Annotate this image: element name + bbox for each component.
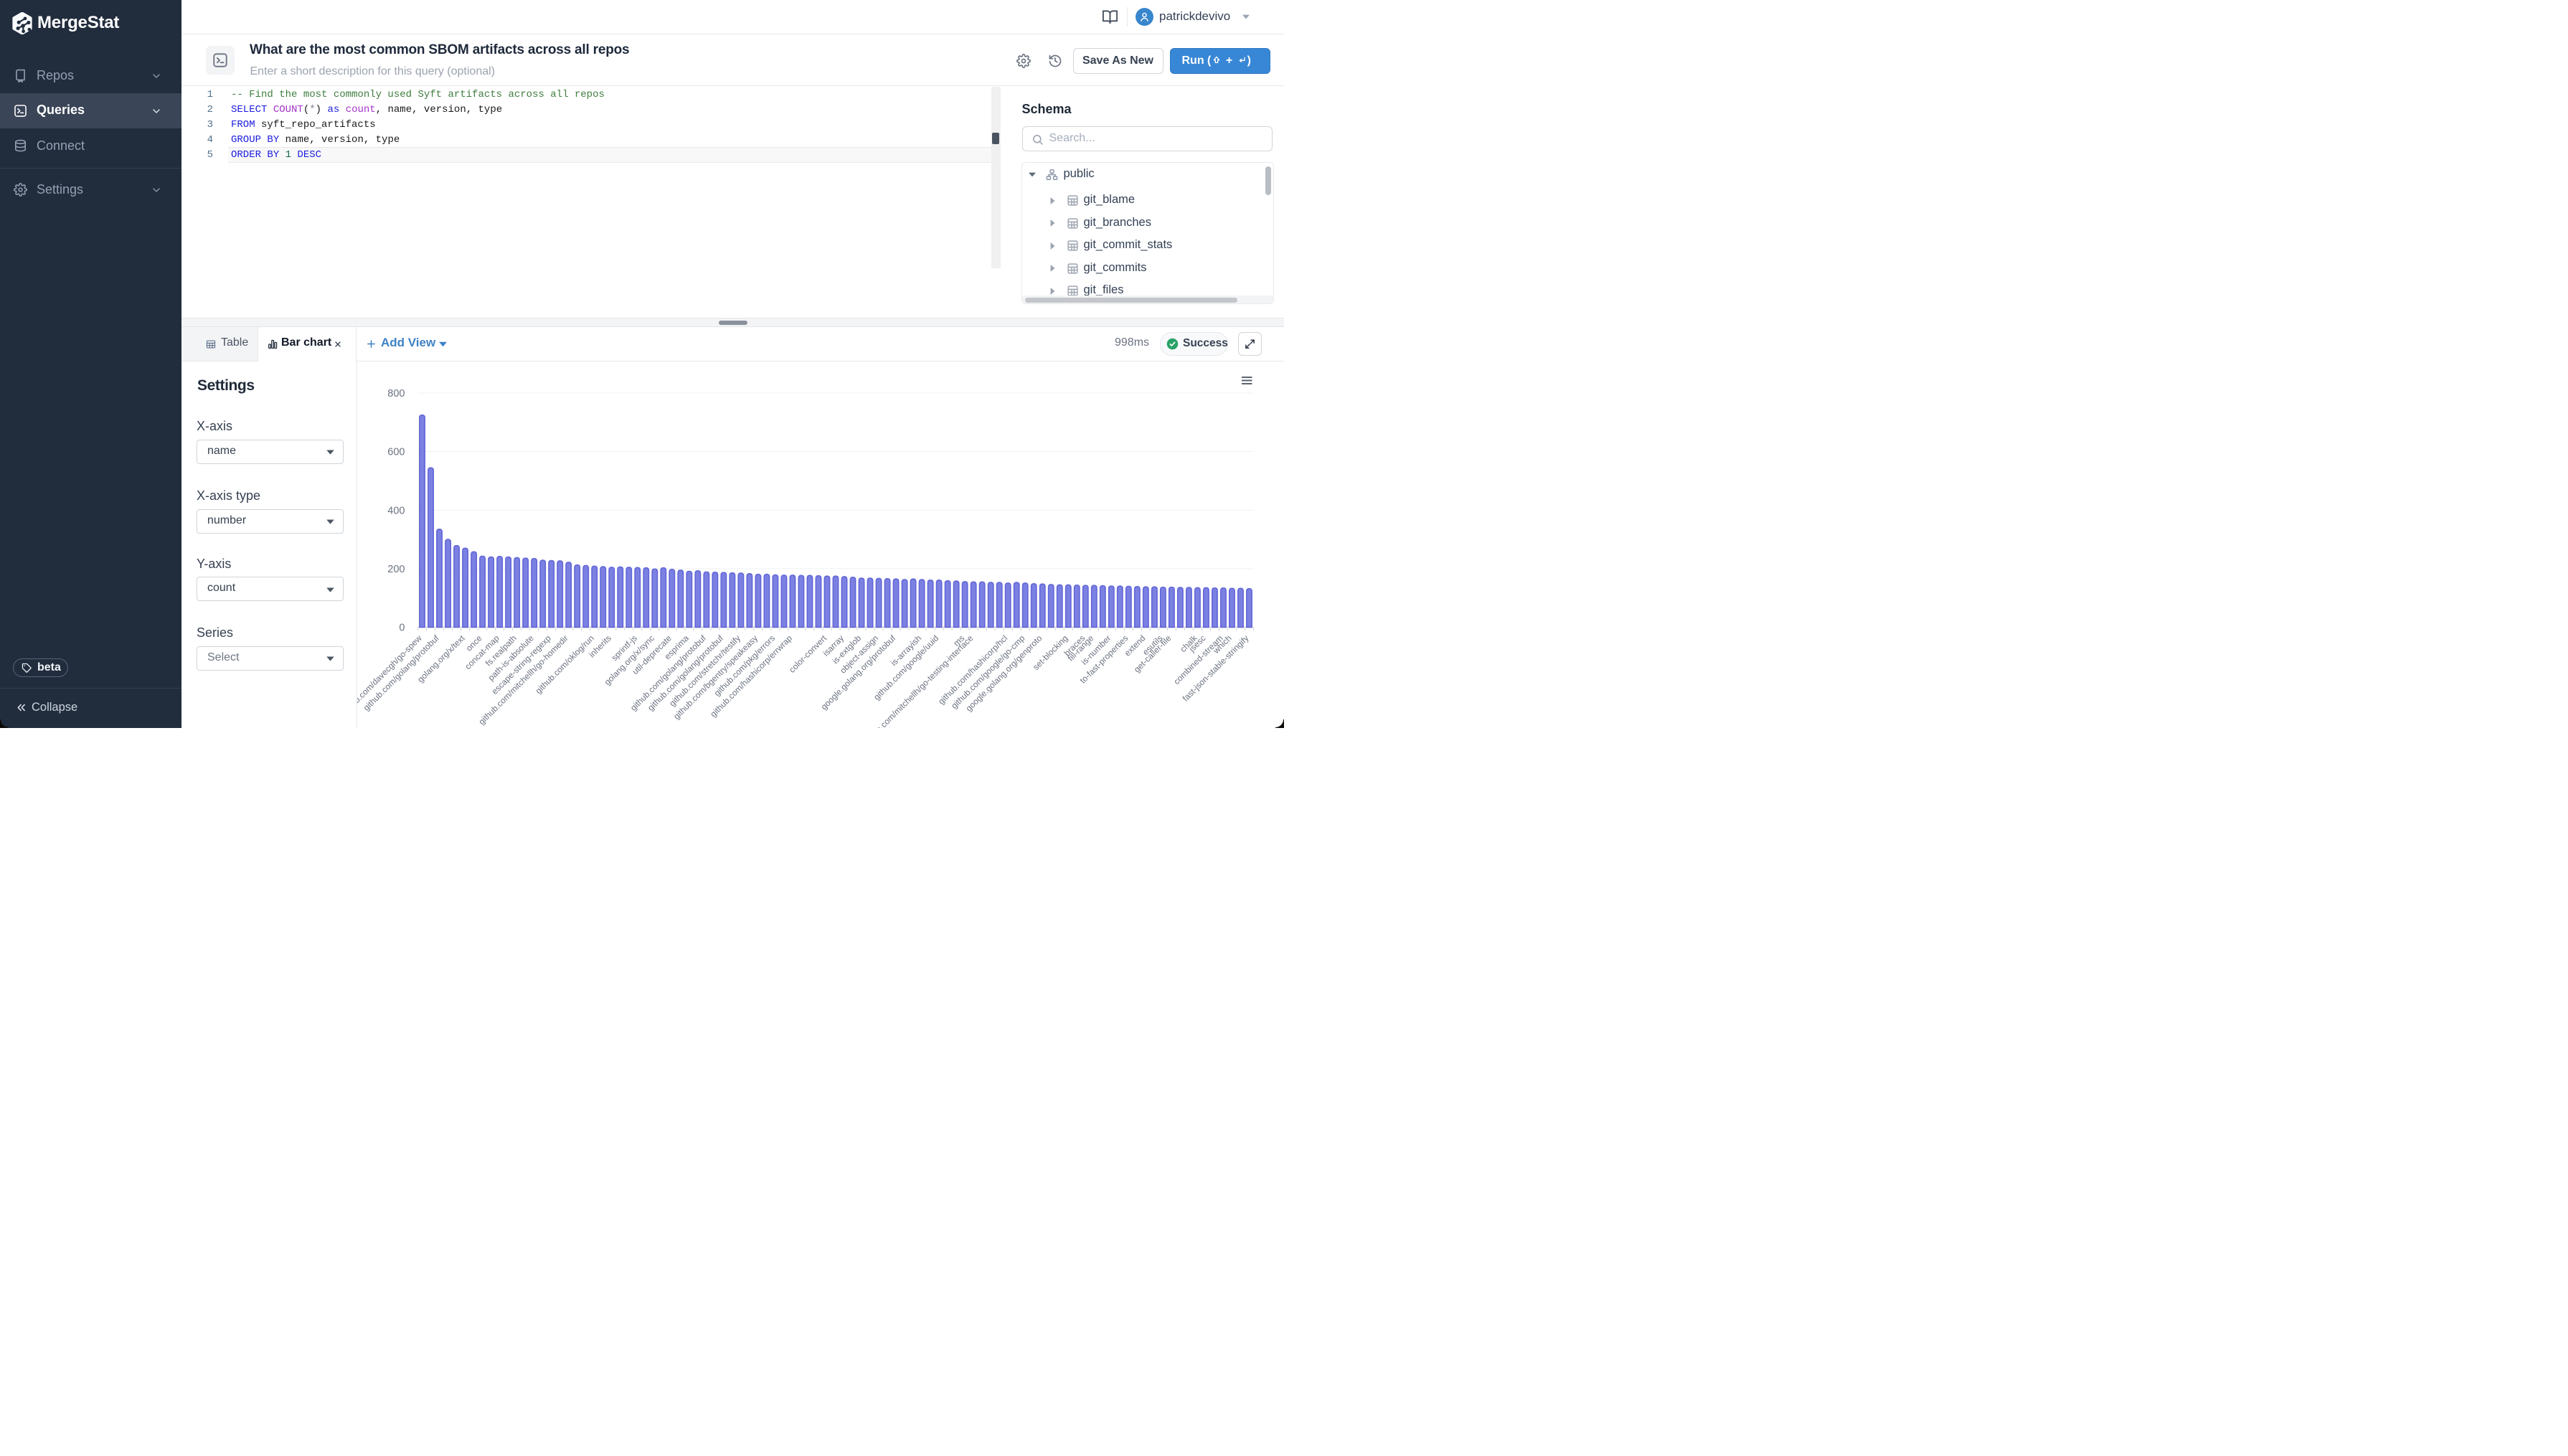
- svg-text:400: 400: [387, 505, 405, 516]
- svg-text:600: 600: [387, 447, 405, 458]
- svg-text:200: 200: [387, 564, 405, 575]
- svg-text:github.com/hashicorp/hcl: github.com/hashicorp/hcl: [936, 633, 1009, 706]
- svg-text:800: 800: [387, 388, 405, 400]
- svg-text:0: 0: [399, 623, 405, 634]
